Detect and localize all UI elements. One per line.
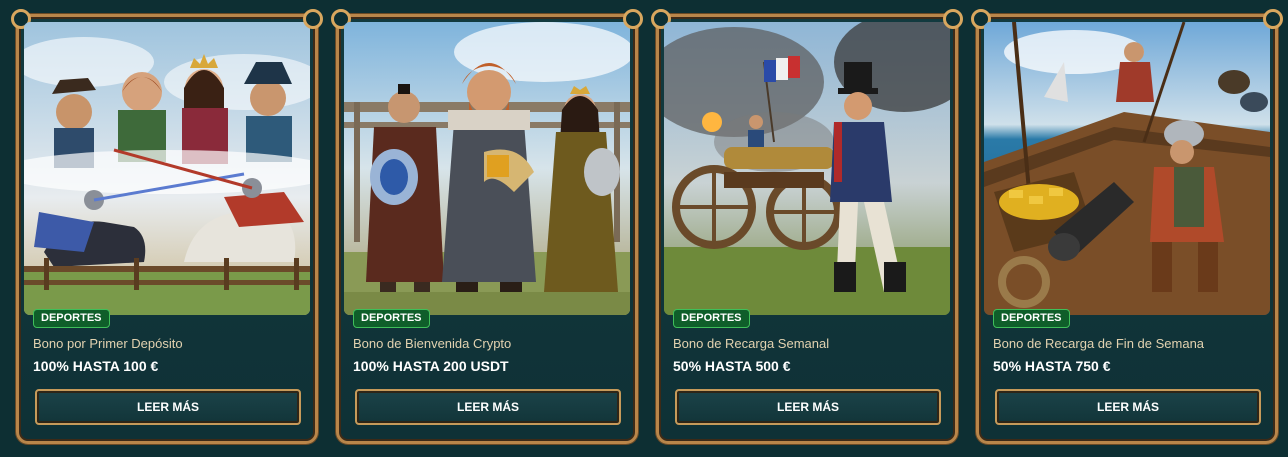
category-badge: DEPORTES [993, 309, 1070, 328]
promo-subtitle: Bono de Recarga de Fin de Semana [993, 336, 1205, 351]
ship-illustration [984, 22, 1270, 315]
promo-image-joust[interactable] [24, 22, 310, 315]
viking-illustration [344, 22, 630, 315]
read-more-button[interactable]: LEER MÁS [355, 389, 621, 425]
promo-amount: 50% HASTA 750 € [993, 358, 1111, 374]
read-more-button[interactable]: LEER MÁS [995, 389, 1261, 425]
promo-card-weekly-reload[interactable]: DEPORTES Bono de Recarga Semanal 50% HAS… [651, 9, 963, 444]
promo-subtitle: Bono de Recarga Semanal [673, 336, 830, 351]
promo-amount: 100% HASTA 200 USDT [353, 358, 509, 374]
promo-card-first-deposit[interactable]: DEPORTES Bono por Primer Depósito 100% H… [11, 9, 323, 444]
promo-amount: 100% HASTA 100 € [33, 358, 159, 374]
promo-card-weekend-reload[interactable]: DEPORTES Bono de Recarga de Fin de Seman… [971, 9, 1283, 444]
promo-subtitle: Bono por Primer Depósito [33, 336, 183, 351]
category-badge: DEPORTES [33, 309, 110, 328]
promo-subtitle: Bono de Bienvenida Crypto [353, 336, 512, 351]
read-more-button[interactable]: LEER MÁS [675, 389, 941, 425]
promo-card-crypto-welcome[interactable]: DEPORTES Bono de Bienvenida Crypto 100% … [331, 9, 643, 444]
promotions-row: DEPORTES Bono por Primer Depósito 100% H… [0, 0, 1288, 457]
category-badge: DEPORTES [673, 309, 750, 328]
cannon-illustration [664, 22, 950, 315]
promo-amount: 50% HASTA 500 € [673, 358, 791, 374]
promo-image-viking[interactable] [344, 22, 630, 315]
promo-image-ship[interactable] [984, 22, 1270, 315]
read-more-button[interactable]: LEER MÁS [35, 389, 301, 425]
joust-illustration [24, 22, 310, 315]
category-badge: DEPORTES [353, 309, 430, 328]
promo-image-cannon[interactable] [664, 22, 950, 315]
